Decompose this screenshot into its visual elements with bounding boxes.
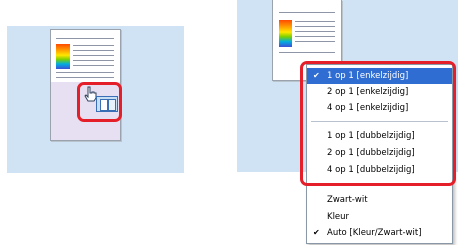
page-layout-icon [96,96,118,112]
checkmark-icon: ✔ [313,228,320,237]
menu-item-auto-kleur-zwart-wit[interactable]: ✔ Auto [Kleur/Zwart-wit] [307,225,452,241]
color-image-thumbnail [56,44,70,69]
layout-options-highlight [300,61,456,186]
color-image-thumbnail-right [279,20,292,47]
menu-item-kleur[interactable]: Kleur [307,209,452,225]
menu-item-zwart-wit[interactable]: Zwart-wit [307,192,452,208]
